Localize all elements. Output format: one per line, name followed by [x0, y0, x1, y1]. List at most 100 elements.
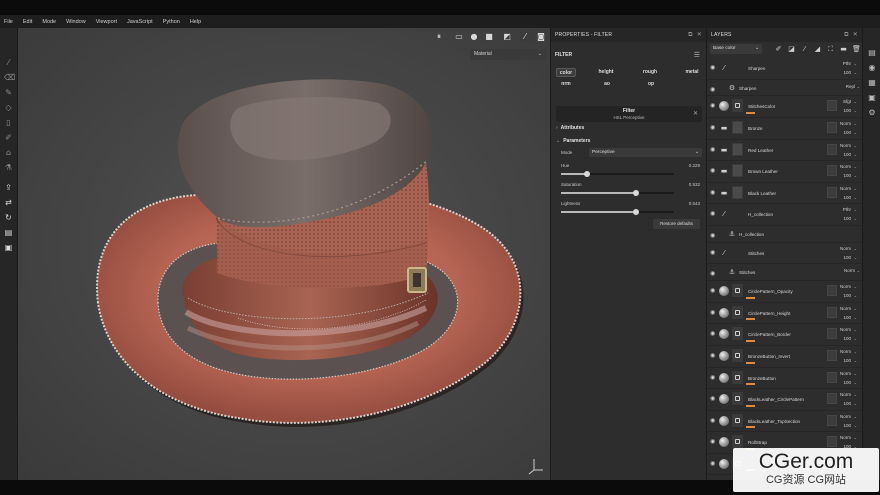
- blend-mode[interactable]: Norm: [840, 327, 851, 332]
- mode-select[interactable]: Perceptive ⌄: [589, 148, 702, 157]
- add-folder-icon[interactable]: ▬: [839, 44, 848, 54]
- channel-nrm[interactable]: nrm: [556, 80, 576, 89]
- pause-icon[interactable]: ⏸: [434, 32, 444, 42]
- layer-row[interactable]: ◉ StitchesColor Sfgt ⌄ 100 ⌄: [707, 96, 863, 118]
- layer-row[interactable]: ◉ BronzeButton Norm ⌄ 100 ⌄: [707, 368, 863, 390]
- visibility-eye-icon[interactable]: ◉: [710, 287, 715, 294]
- layer-mask-slot[interactable]: [827, 393, 837, 405]
- add-fill-layer-icon[interactable]: ◢: [813, 44, 822, 54]
- layer-mask-slot[interactable]: [827, 121, 837, 133]
- add-paint-layer-icon[interactable]: ⁄: [800, 44, 809, 54]
- chevron-down-icon[interactable]: ⌄: [854, 152, 857, 157]
- layer-opacity[interactable]: 100: [843, 358, 851, 363]
- blend-mode[interactable]: Norm: [840, 143, 851, 148]
- layer-row[interactable]: ◉ ▬ Black Leather Norm ⌄ 100 ⌄: [707, 183, 863, 205]
- projection-icon[interactable]: ✎: [4, 88, 13, 97]
- chevron-down-icon[interactable]: ⌄: [854, 164, 857, 169]
- visibility-eye-icon[interactable]: ◉: [710, 189, 715, 196]
- visibility-eye-icon[interactable]: ◉: [710, 210, 715, 217]
- chevron-down-icon[interactable]: ⌄: [854, 349, 857, 354]
- slider-handle[interactable]: [632, 190, 639, 196]
- chevron-down-icon[interactable]: ⌄: [854, 121, 857, 126]
- chevron-down-icon[interactable]: ⌄: [854, 99, 857, 104]
- delete-icon[interactable]: 🗑: [852, 44, 861, 54]
- channel-select[interactable]: Base color ⌄: [710, 44, 762, 54]
- visibility-eye-icon[interactable]: ◉: [710, 374, 715, 381]
- layer-row[interactable]: ◉ BronzeButton_Invert Norm ⌄ 100 ⌄: [707, 346, 863, 368]
- chevron-down-icon[interactable]: ⌄: [854, 423, 857, 428]
- layer-row[interactable]: ◉ ⁄ Sharpen Pthr ⌄ 100 ⌄: [707, 58, 863, 80]
- visibility-eye-icon[interactable]: ◉: [710, 167, 715, 174]
- menu-javascript[interactable]: JavaScript: [127, 19, 153, 25]
- layer-row[interactable]: ◉ ▬ Bronze Norm ⌄ 100 ⌄: [707, 118, 863, 140]
- chevron-down-icon[interactable]: ⌄: [854, 380, 857, 385]
- screenshot-icon[interactable]: ◩: [502, 32, 512, 42]
- chevron-down-icon[interactable]: ⌄: [854, 414, 857, 419]
- restore-defaults-button[interactable]: Restore defaults: [653, 219, 700, 229]
- chevron-down-icon[interactable]: ⌄: [854, 173, 857, 178]
- bake-icon[interactable]: ⚗: [4, 163, 13, 172]
- channel-color[interactable]: color: [556, 68, 576, 77]
- chevron-down-icon[interactable]: ⌄: [857, 84, 860, 89]
- camera-settings-icon[interactable]: ▣: [867, 93, 877, 103]
- layer-row[interactable]: ◉ ▬ Brown Leather Norm ⌄ 100 ⌄: [707, 161, 863, 183]
- slider-track[interactable]: [561, 190, 674, 196]
- layer-row[interactable]: ◉ CirclePattern_Height Norm ⌄ 100 ⌄: [707, 303, 863, 325]
- blend-mode[interactable]: Norm: [844, 268, 855, 273]
- blend-mode[interactable]: Repl: [846, 84, 855, 89]
- visibility-eye-icon[interactable]: ◉: [710, 330, 715, 337]
- slider-track[interactable]: [561, 209, 674, 215]
- blend-mode[interactable]: Norm: [840, 392, 851, 397]
- menu-file[interactable]: File: [4, 19, 13, 25]
- paint-brush-icon[interactable]: ⁄: [4, 58, 13, 67]
- layer-sub-row[interactable]: ◉ ⚓ H_collection: [707, 226, 863, 243]
- undock-icon[interactable]: ⧉: [688, 31, 692, 38]
- 3d-viewport[interactable]: ⏸ ▭ ● ■ ◩ ⁄ ◙ Material ⌄: [18, 28, 550, 480]
- clone-icon[interactable]: ✐: [4, 133, 13, 142]
- menu-python[interactable]: Python: [163, 19, 180, 25]
- chevron-down-icon[interactable]: ⌄: [854, 435, 857, 440]
- layer-opacity[interactable]: 100: [843, 152, 851, 157]
- chevron-down-icon[interactable]: ⌄: [854, 130, 857, 135]
- 2d-view-icon[interactable]: ▭: [454, 32, 464, 42]
- chevron-down-icon[interactable]: ⌄: [854, 306, 857, 311]
- add-effect-icon[interactable]: ✐: [774, 44, 783, 54]
- layer-mask-slot[interactable]: [827, 414, 837, 426]
- chevron-down-icon[interactable]: ⌄: [854, 371, 857, 376]
- layer-opacity[interactable]: 100: [843, 130, 851, 135]
- slider-value[interactable]: 0.229: [689, 163, 700, 168]
- list-icon[interactable]: ☰: [694, 51, 700, 59]
- visibility-eye-icon[interactable]: ◉: [710, 86, 715, 93]
- chevron-down-icon[interactable]: ⌄: [854, 143, 857, 148]
- layer-opacity[interactable]: 100: [843, 423, 851, 428]
- slider-handle[interactable]: [632, 209, 639, 215]
- blend-mode[interactable]: Norm: [840, 246, 851, 251]
- layer-opacity[interactable]: 100: [843, 293, 851, 298]
- layer-opacity[interactable]: 100: [843, 108, 851, 113]
- layer-row[interactable]: ◉ ⁄ Stitches Norm ⌄ 100 ⌄: [707, 243, 863, 265]
- blend-mode[interactable]: Sfgt: [843, 99, 851, 104]
- chevron-down-icon[interactable]: ⌄: [854, 207, 857, 212]
- menu-window[interactable]: Window: [66, 19, 86, 25]
- chevron-down-icon[interactable]: ⌄: [854, 70, 857, 75]
- layer-row[interactable]: ◉ CirclePattern_Opacity Norm ⌄ 100 ⌄: [707, 281, 863, 303]
- layer-mask-slot[interactable]: [827, 306, 837, 318]
- export-icon[interactable]: ⇪: [4, 183, 13, 192]
- chevron-down-icon[interactable]: ⌄: [854, 327, 857, 332]
- visibility-eye-icon[interactable]: ◉: [710, 124, 715, 131]
- blend-mode[interactable]: Norm: [840, 371, 851, 376]
- layer-opacity[interactable]: 100: [843, 255, 851, 260]
- render-icon[interactable]: ◙: [536, 32, 546, 42]
- layer-opacity[interactable]: 100: [843, 315, 851, 320]
- blend-mode[interactable]: Norm: [840, 435, 851, 440]
- layer-row[interactable]: ◉ CirclePattern_Border Norm ⌄ 100 ⌄: [707, 324, 863, 346]
- menu-edit[interactable]: Edit: [23, 19, 32, 25]
- close-icon[interactable]: ✕: [697, 31, 702, 38]
- close-icon[interactable]: ✕: [853, 31, 858, 38]
- plugin-icon[interactable]: ▤: [4, 228, 13, 237]
- blend-mode[interactable]: Norm: [840, 414, 851, 419]
- chevron-down-icon[interactable]: ⌄: [854, 293, 857, 298]
- layer-mask-slot[interactable]: [827, 186, 837, 198]
- blend-mode[interactable]: Norm: [840, 284, 851, 289]
- menu-mode[interactable]: Mode: [42, 19, 56, 25]
